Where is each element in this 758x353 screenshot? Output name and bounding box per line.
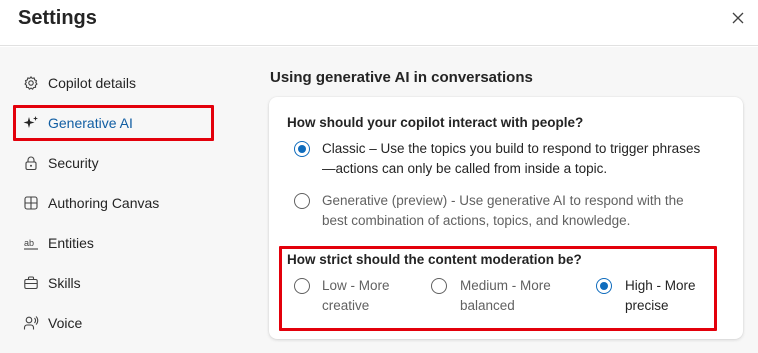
interaction-question: How should your copilot interact with pe… (287, 115, 584, 130)
sidebar-item-label: Security (48, 155, 99, 171)
sidebar-item-label: Entities (48, 235, 94, 251)
sidebar-item-entities[interactable]: ab Entities (18, 228, 208, 258)
sidebar-item-security[interactable]: Security (18, 148, 208, 178)
svg-text:ab: ab (24, 238, 34, 248)
option-line: best combination of actions, topics, and… (322, 213, 631, 228)
sidebar-item-label: Authoring Canvas (48, 195, 160, 211)
sidebar-item-label: Skills (48, 275, 81, 291)
highlight-box-nav (13, 105, 214, 141)
sidebar-item-voice[interactable]: Voice (18, 308, 208, 338)
sidebar-item-label: Copilot details (48, 75, 136, 91)
radio-classic[interactable] (294, 141, 310, 157)
dialog-title: Settings (18, 7, 97, 29)
gear-icon (23, 75, 39, 91)
sidebar-item-skills[interactable]: Skills (18, 268, 208, 298)
dialog-header: Settings (0, 0, 758, 46)
radio-generative[interactable] (294, 193, 310, 209)
sidebar-item-label: Voice (48, 315, 83, 331)
option-classic-label[interactable]: Classic – Use the topics you build to re… (322, 139, 737, 179)
section-title: Using generative AI in conversations (270, 69, 533, 86)
lock-icon (23, 155, 39, 171)
grid-icon (23, 195, 39, 211)
option-generative-label[interactable]: Generative (preview) - Use generative AI… (322, 191, 737, 231)
option-line: —actions can only be called from inside … (322, 161, 608, 176)
sidebar-item-authoring-canvas[interactable]: Authoring Canvas (18, 188, 208, 218)
briefcase-icon (23, 275, 39, 291)
option-line: Classic – Use the topics you build to re… (322, 141, 701, 156)
close-icon[interactable] (729, 9, 747, 27)
text-ab-icon: ab (23, 235, 39, 251)
person-voice-icon (23, 315, 39, 331)
highlight-box-moderation (279, 246, 717, 331)
option-line: Generative (preview) - Use generative AI… (322, 193, 684, 208)
sidebar-item-copilot-details[interactable]: Copilot details (18, 68, 208, 98)
